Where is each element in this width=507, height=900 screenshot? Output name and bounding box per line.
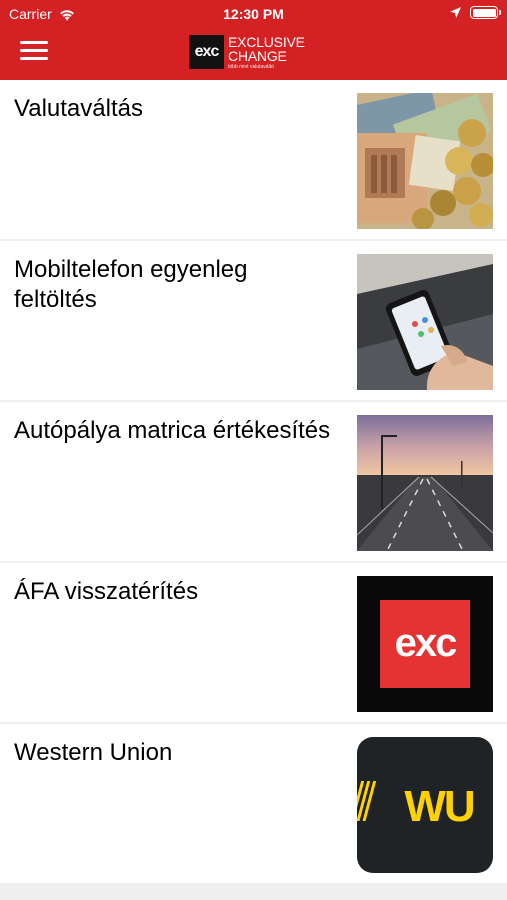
brand-tagline: több mint valutaváltó (228, 63, 274, 70)
battery-icon (470, 6, 501, 19)
hamburger-menu-button[interactable] (20, 40, 48, 62)
smartphone-photo-icon (357, 254, 493, 390)
location-arrow-icon (450, 7, 461, 18)
menu-bar-icon (20, 57, 48, 60)
service-item-label: Autópálya matrica értékesítés (14, 417, 331, 444)
exc-logo-icon: exc (357, 576, 493, 712)
service-item-label: Mobiltelefon egyenleg feltöltés (14, 256, 248, 313)
western-union-logo-icon: WU (357, 737, 493, 873)
service-list: Valutaváltás Mobiltelefon egyenleg feltö… (0, 80, 507, 885)
service-item-label: Western Union (14, 739, 173, 766)
brand-wordmark: EXCLUSIVE CHANGE több mint valutaváltó (228, 35, 305, 70)
service-item-currency-exchange[interactable]: Valutaváltás (0, 80, 507, 241)
service-item-mobile-topup[interactable]: Mobiltelefon egyenleg feltöltés (0, 241, 507, 402)
service-item-western-union[interactable]: Western Union WU (0, 724, 507, 885)
service-item-vat-refund[interactable]: ÁFA visszatérítés exc (0, 563, 507, 724)
wu-logo-text: WU (404, 782, 474, 831)
service-item-highway-vignette[interactable]: Autópálya matrica értékesítés (0, 402, 507, 563)
brand-line-1: EXCLUSIVE (228, 33, 305, 50)
status-right (449, 6, 501, 19)
brand-logo: exc EXCLUSIVE CHANGE több mint valutavál… (189, 34, 305, 70)
service-item-label: Valutaváltás (14, 95, 143, 122)
currency-photo-icon (357, 93, 493, 229)
menu-bar-icon (20, 49, 48, 52)
service-item-label: ÁFA visszatérítés (14, 578, 199, 605)
brand-line-2: CHANGE (228, 47, 287, 64)
svg-text:exc: exc (395, 621, 457, 665)
status-bar: Carrier 12:30 PM (0, 0, 507, 28)
brand-mark: exc (189, 35, 224, 69)
clock: 12:30 PM (223, 6, 284, 22)
app-header: Carrier 12:30 PM exc EXCLUSIVE CHANGE tö… (0, 0, 507, 80)
highway-photo-icon (357, 415, 493, 551)
menu-bar-icon (20, 41, 48, 44)
